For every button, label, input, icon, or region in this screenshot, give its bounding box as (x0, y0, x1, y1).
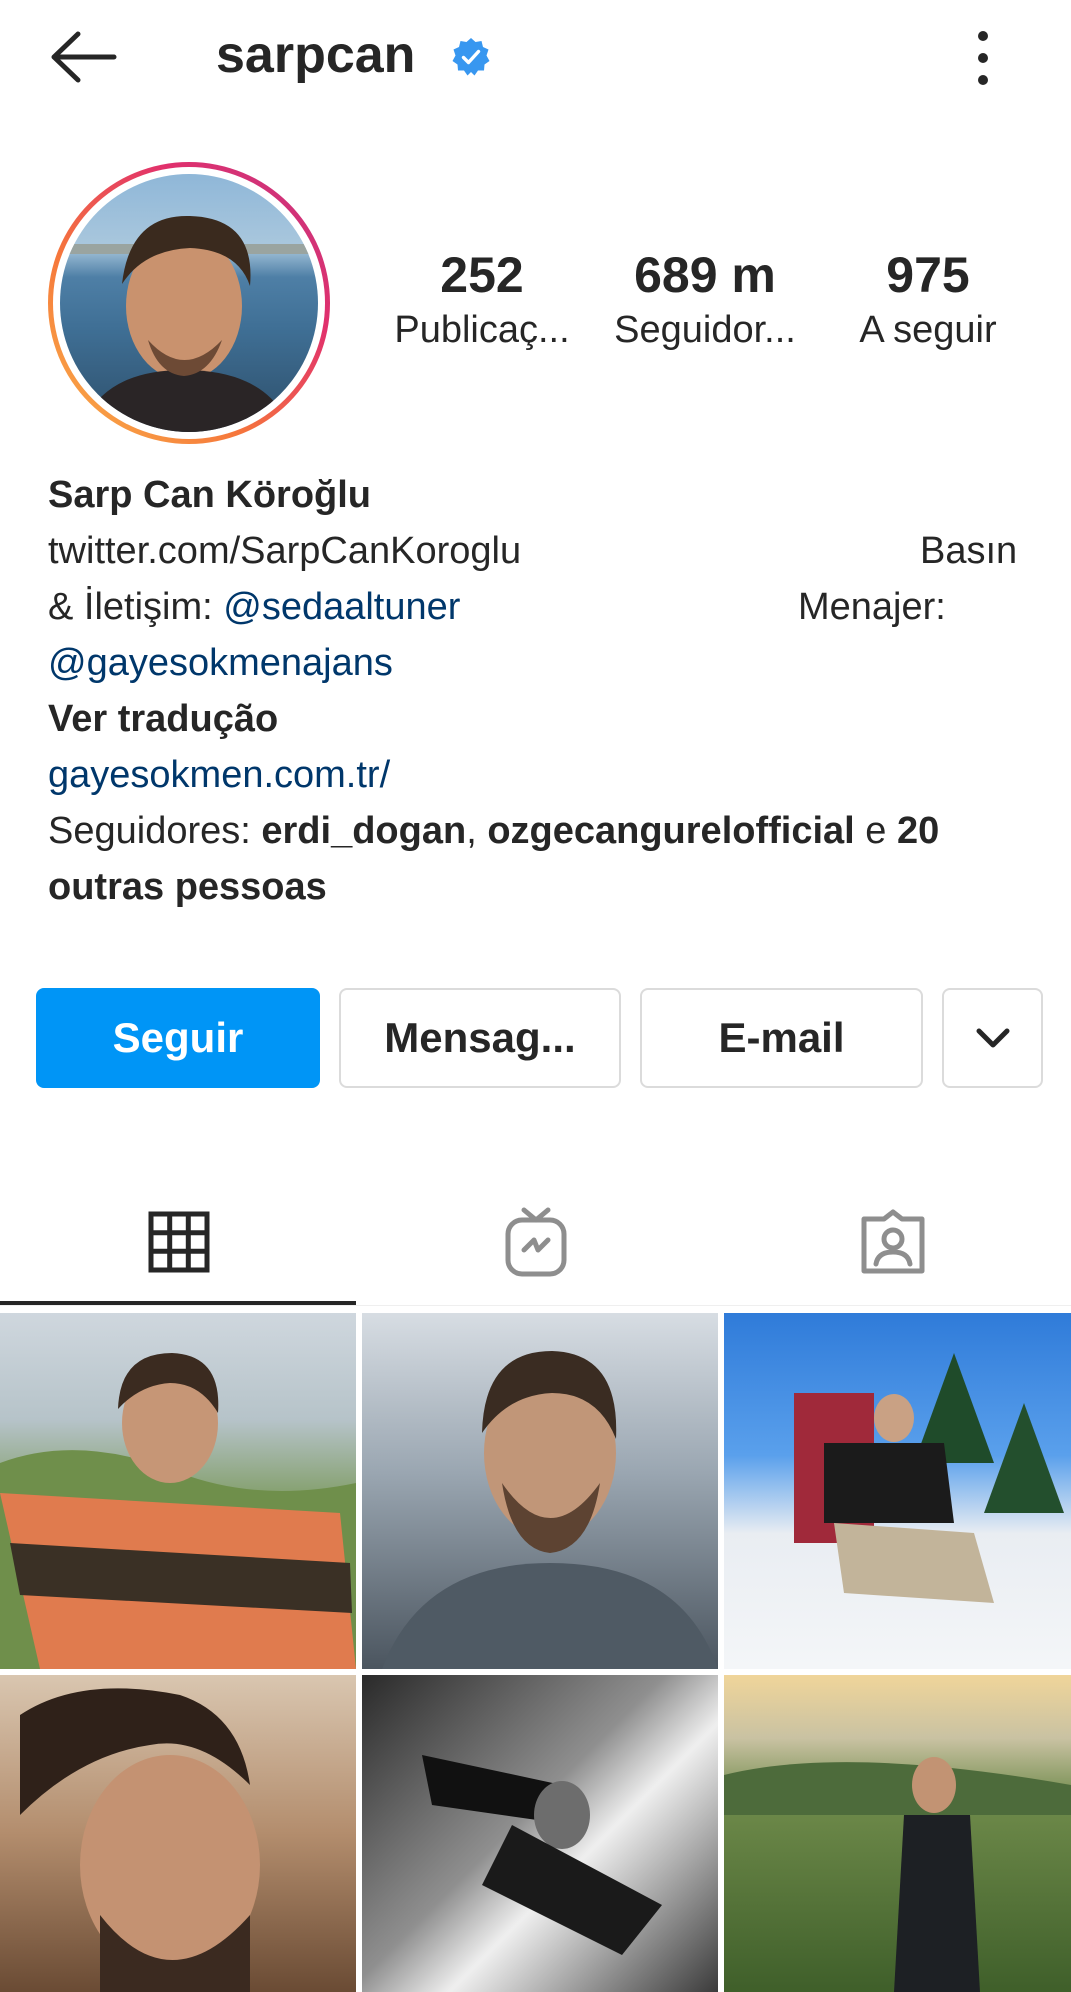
email-button[interactable]: E-mail (640, 988, 923, 1088)
chevron-down-icon (976, 1028, 1009, 1048)
followed-by-separator: , (466, 810, 488, 852)
post-thumbnail[interactable] (724, 1675, 1071, 1992)
back-arrow-icon[interactable] (46, 28, 120, 86)
tagged-person-icon (861, 1209, 924, 1274)
tab-igtv[interactable] (357, 1178, 714, 1306)
post-thumbnail[interactable] (362, 1675, 718, 1992)
tab-tagged[interactable] (714, 1178, 1071, 1306)
grid-icon (148, 1211, 209, 1273)
post-thumbnail[interactable] (0, 1313, 356, 1669)
following-count: 975 (886, 247, 970, 303)
post-thumbnail[interactable] (724, 1313, 1071, 1669)
suggested-accounts-button[interactable] (942, 988, 1043, 1088)
bio-text-menajer: Menajer: (798, 586, 946, 628)
follow-button[interactable]: Seguir (36, 988, 320, 1088)
profile-full-name: Sarp Can Köroğlu (48, 474, 372, 516)
stat-followers[interactable]: 689 m Seguidor... (600, 244, 810, 354)
follower-ozgecangurelofficial: ozgecangurelofficial (487, 810, 855, 852)
stat-posts[interactable]: 252 Publicaç... (377, 244, 587, 354)
profile-username: sarpcan (216, 26, 416, 84)
bio-contact-line: & İletişim: @sedaaltuner (48, 579, 460, 635)
followed-by-prefix: Seguidores: (48, 810, 262, 852)
mention-gayesokmenajans[interactable]: @gayesokmenajans (48, 635, 393, 691)
tab-divider (0, 1305, 1071, 1306)
followed-by-line[interactable]: Seguidores: erdi_dogan, ozgecangureloffi… (48, 803, 939, 859)
followed-by-conjunction: e (854, 810, 897, 852)
stat-following[interactable]: 975 A seguir (823, 244, 1033, 354)
bio-text-basin: Basın (920, 530, 1018, 572)
followed-by-others-count: 20 (896, 810, 940, 852)
see-translation-link[interactable]: Ver tradução (48, 691, 278, 747)
follower-erdi-dogan: erdi_dogan (261, 810, 467, 852)
bio-twitter-link: twitter.com/SarpCanKoroglu (48, 530, 522, 572)
profile-avatar[interactable] (48, 162, 330, 444)
mention-sedaaltuner[interactable]: @sedaaltuner (223, 586, 460, 628)
followers-label: Seguidor... (614, 309, 796, 351)
posts-label: Publicaç... (394, 309, 570, 351)
igtv-icon (505, 1207, 566, 1277)
bio-contact-prefix: & İletişim: (48, 586, 224, 628)
avatar-photo (60, 174, 318, 432)
following-label: A seguir (859, 309, 997, 351)
followed-by-others-text[interactable]: outras pessoas (48, 859, 327, 915)
post-thumbnail[interactable] (0, 1675, 356, 1992)
posts-count: 252 (440, 247, 524, 303)
message-button[interactable]: Mensag... (339, 988, 621, 1088)
post-thumbnail[interactable] (362, 1313, 718, 1669)
tab-posts-grid[interactable] (0, 1178, 357, 1306)
website-link[interactable]: gayesokmen.com.tr/ (48, 747, 390, 803)
verified-badge-icon (450, 36, 492, 78)
followers-count: 689 m (634, 247, 776, 303)
more-options-icon[interactable] (968, 26, 998, 90)
